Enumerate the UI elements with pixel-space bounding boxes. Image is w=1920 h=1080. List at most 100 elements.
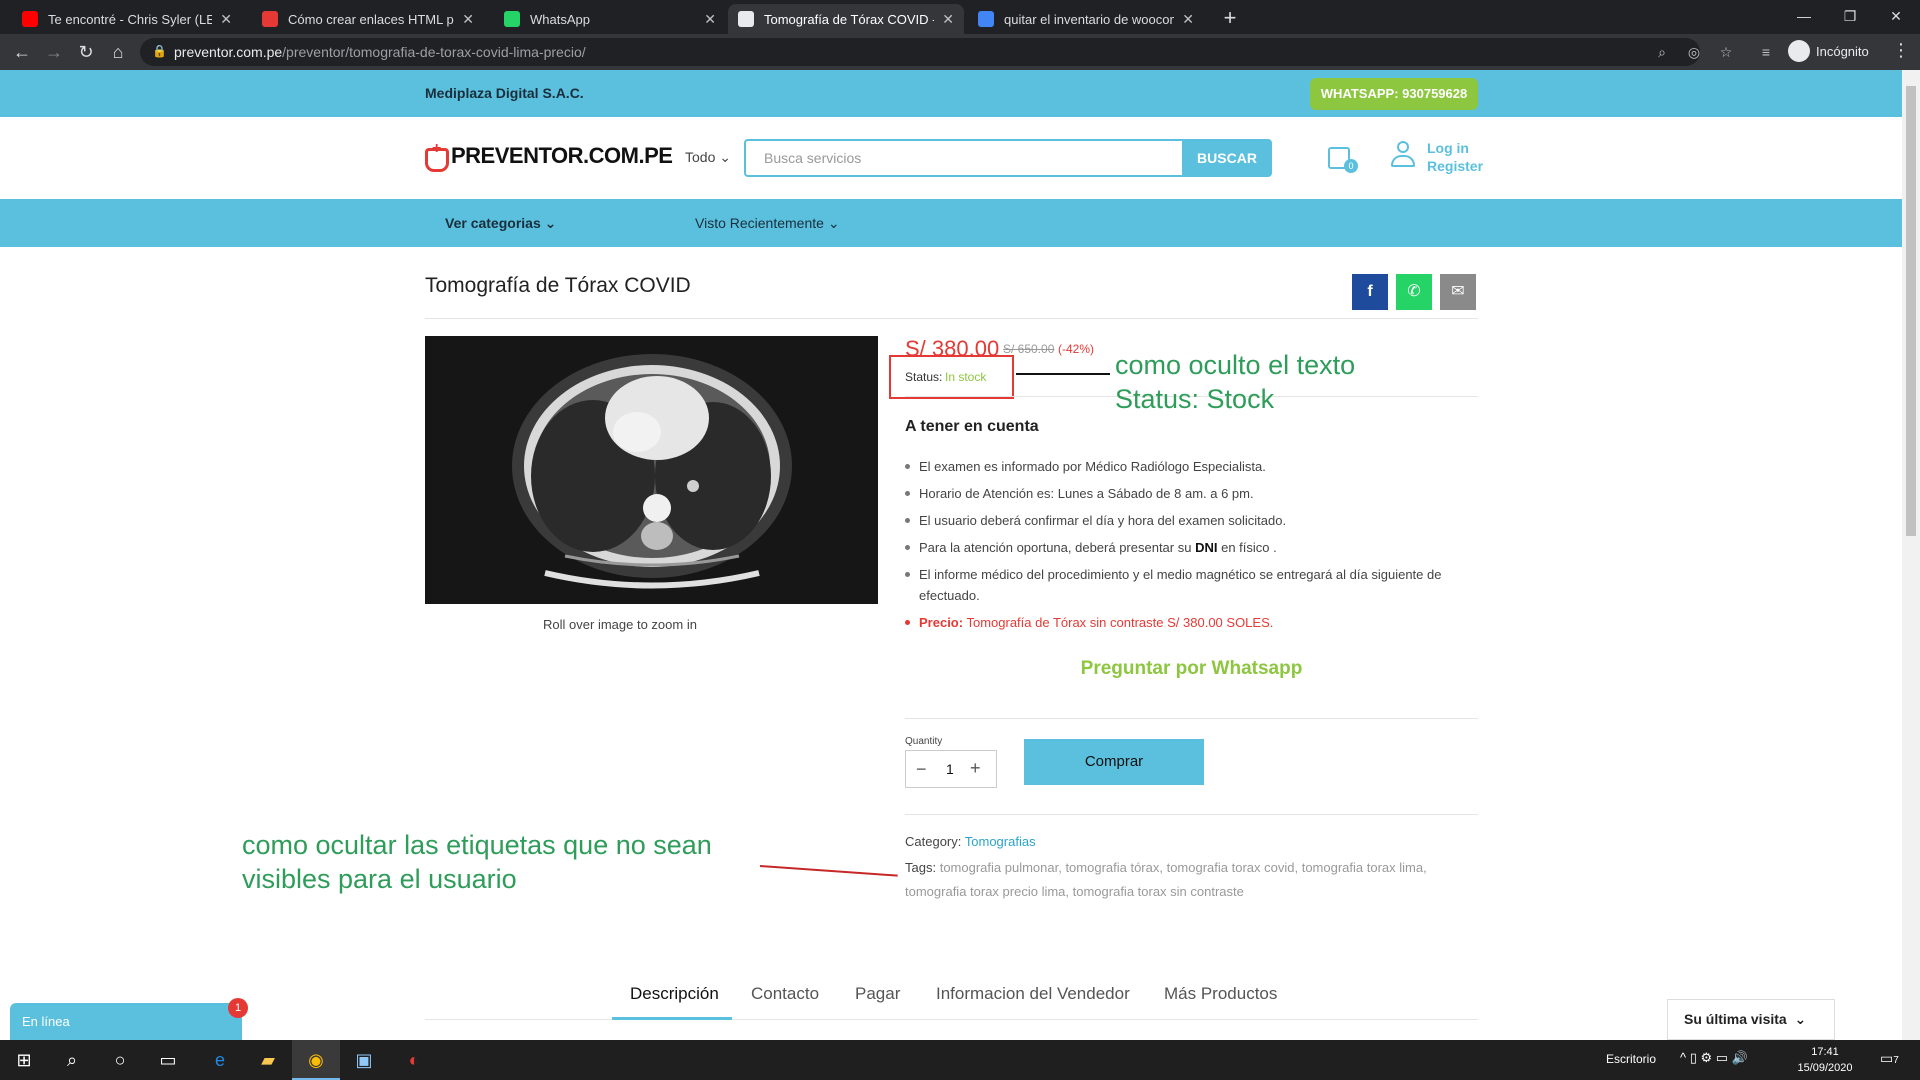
tab-contacto[interactable]: Contacto	[751, 984, 819, 1004]
tab-close-icon[interactable]: ✕	[942, 11, 954, 28]
whatsapp-icon[interactable]: ✆	[1396, 274, 1432, 310]
info-list: El examen es informado por Médico Radiól…	[905, 456, 1475, 639]
browser-tab[interactable]: Te encontré - Chris Syler (LET ✕	[12, 4, 242, 34]
tab-vendedor[interactable]: Informacion del Vendedor	[936, 984, 1130, 1004]
quantity-stepper: − 1 +	[905, 750, 997, 788]
divider	[905, 718, 1478, 719]
scrollbar[interactable]	[1902, 70, 1920, 1040]
categories-menu[interactable]: Ver categorias ⌄	[445, 215, 556, 232]
menu-icon[interactable]: ⋮	[1892, 40, 1910, 61]
chevron-down-icon: ⌄	[544, 215, 557, 231]
file-explorer-icon[interactable]: ▰	[244, 1040, 292, 1080]
app-icon-2[interactable]: ◐	[390, 1040, 438, 1080]
register-link[interactable]: Register	[1427, 158, 1483, 174]
quantity-label: Quantity	[905, 736, 943, 747]
browser-tab[interactable]: quitar el inventario de woocomm ✕	[968, 4, 1204, 34]
logo-text: PREVENTOR.COM.PE	[451, 143, 673, 168]
tracking-icon[interactable]: ◎	[1684, 42, 1704, 62]
bookmark-star-icon[interactable]: ☆	[1716, 42, 1736, 62]
new-tab-button[interactable]: +	[1216, 6, 1244, 32]
email-icon[interactable]: ✉	[1440, 274, 1476, 310]
windows-start-icon[interactable]: ⊞	[0, 1040, 48, 1080]
chat-badge: 1	[228, 998, 248, 1018]
list-item: El informe médico del procedimiento y el…	[905, 564, 1475, 606]
close-window-button[interactable]: ✕	[1876, 4, 1916, 28]
zoom-icon[interactable]: ⌕	[1652, 42, 1672, 62]
discount-badge: (-42%)	[1058, 342, 1095, 356]
task-view-icon[interactable]: ▭	[144, 1040, 192, 1080]
login-link[interactable]: Log in	[1427, 140, 1469, 156]
product-tabs: Descripción Contacto Pagar Informacion d…	[425, 978, 1478, 1020]
home-icon[interactable]: ⌂	[106, 40, 130, 64]
zoom-hint: Roll over image to zoom in	[543, 617, 697, 632]
back-icon[interactable]: ←	[10, 40, 34, 64]
site-logo[interactable]: PREVENTOR.COM.PE	[425, 140, 673, 172]
forward-icon[interactable]: →	[42, 40, 66, 64]
tab-close-icon[interactable]: ✕	[220, 11, 232, 28]
product-title: Tomografía de Tórax COVID	[425, 274, 691, 297]
chrome-icon[interactable]: ◉	[292, 1040, 340, 1080]
browser-tab[interactable]: Cómo crear enlaces HTML para l ✕	[252, 4, 484, 34]
edge-icon[interactable]: e	[196, 1040, 244, 1080]
list-item: Horario de Atención es: Lunes a Sábado d…	[905, 483, 1475, 504]
user-icon[interactable]	[1390, 141, 1416, 171]
cart-icon[interactable]: 0	[1326, 141, 1358, 173]
cortana-icon[interactable]: ○	[96, 1040, 144, 1080]
search-input[interactable]: Busca servicios	[744, 139, 1182, 177]
tag-links[interactable]: tomografia pulmonar, tomografia tórax, t…	[905, 860, 1427, 899]
url-bar[interactable]: 🔒 preventor.com.pe/preventor/tomografia-…	[140, 38, 1732, 66]
tab-close-icon[interactable]: ✕	[1182, 11, 1194, 28]
tab-pagar[interactable]: Pagar	[855, 984, 900, 1004]
minimize-button[interactable]: —	[1784, 4, 1824, 28]
incognito-profile[interactable]: Incógnito	[1788, 40, 1869, 62]
app-icon[interactable]: ▣	[340, 1040, 388, 1080]
media-icon[interactable]: ≡	[1756, 42, 1776, 62]
minus-icon[interactable]: −	[916, 759, 927, 780]
annotation-arrow	[1016, 373, 1110, 375]
tab-close-icon[interactable]: ✕	[462, 11, 474, 28]
category-link[interactable]: Tomografias	[965, 834, 1036, 849]
recent-menu[interactable]: Visto Recientemente ⌄	[695, 215, 840, 232]
tab-mas-productos[interactable]: Más Productos	[1164, 984, 1277, 1004]
last-visit-dropdown[interactable]: Su última visita ⌄	[1667, 999, 1835, 1040]
address-toolbar: ← → ↻ ⌂ 🔒 preventor.com.pe/preventor/tom…	[0, 34, 1920, 70]
search-button[interactable]: BUSCAR	[1182, 139, 1272, 177]
annotation-arrow	[759, 865, 898, 877]
restore-button[interactable]: ❐	[1830, 4, 1870, 28]
clock[interactable]: 17:41 15/09/2020	[1790, 1044, 1860, 1076]
tab-title: Cómo crear enlaces HTML para l	[288, 11, 454, 27]
plus-icon[interactable]: +	[970, 758, 981, 779]
chat-widget[interactable]: En línea	[10, 1003, 242, 1041]
status-value: In stock	[945, 370, 987, 384]
tab-title: Te encontré - Chris Syler (LET	[48, 11, 213, 27]
product-image[interactable]	[425, 336, 878, 604]
tab-descripcion[interactable]: Descripción	[630, 984, 719, 1004]
browser-tab[interactable]: Tomografía de Tórax COVID - PR ✕	[728, 4, 964, 34]
notification-icon[interactable]: ▭7	[1880, 1050, 1899, 1067]
search-scope-select[interactable]: Todo ⌄	[685, 149, 731, 166]
buy-button[interactable]: Comprar	[1024, 739, 1204, 785]
cart-count: 0	[1344, 159, 1358, 173]
whatsapp-top-button[interactable]: WHATSAPP: 930759628	[1310, 78, 1478, 110]
ask-whatsapp-link[interactable]: Preguntar por Whatsapp	[905, 658, 1478, 680]
list-item-price: Precio: Tomografía de Tórax sin contrast…	[905, 612, 1475, 633]
url-text: preventor.com.pe/preventor/tomografia-de…	[174, 44, 586, 60]
scrollbar-thumb[interactable]	[1906, 86, 1916, 536]
search-icon[interactable]: ⌕	[48, 1040, 96, 1080]
list-item: Para la atención oportuna, deberá presen…	[905, 537, 1475, 558]
tab-favicon-icon	[22, 11, 38, 27]
system-tray-icons[interactable]: ^ ▯ ⚙ ▭ 🔊	[1680, 1050, 1748, 1066]
browser-tab[interactable]: WhatsApp ✕	[494, 4, 726, 34]
facebook-icon[interactable]: f	[1352, 274, 1388, 310]
browser-tab-bar: Te encontré - Chris Syler (LET ✕ Cómo crea…	[0, 0, 1920, 34]
logo-icon	[425, 140, 449, 172]
divider	[425, 318, 1478, 319]
quantity-input[interactable]: 1	[946, 761, 954, 777]
site-header: PREVENTOR.COM.PE Todo ⌄ Busca servicios …	[0, 117, 1902, 199]
reload-icon[interactable]: ↻	[74, 40, 98, 64]
tab-close-icon[interactable]: ✕	[704, 11, 716, 28]
divider	[905, 814, 1478, 815]
desktop-label[interactable]: Escritorio	[1606, 1052, 1656, 1066]
annotation-note-status: como oculto el texto Status: Stock	[1115, 350, 1356, 414]
annotation-note-tags: como ocultar las etiquetas que no sean v…	[242, 830, 712, 894]
